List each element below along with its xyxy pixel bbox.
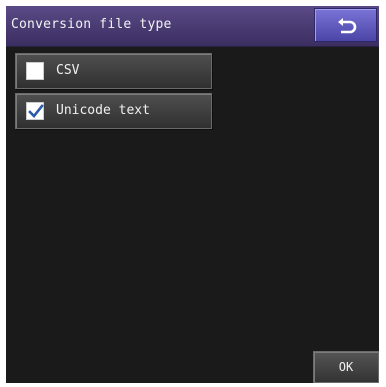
csv-checkbox[interactable] [26, 62, 44, 80]
page-title: Conversion file type [11, 17, 172, 32]
option-csv[interactable]: CSV [15, 53, 212, 89]
return-arrow-icon [338, 18, 357, 34]
title-bar: Conversion file type [6, 6, 379, 47]
ok-button-label: OK [338, 360, 354, 374]
option-unicode-text[interactable]: Unicode text [15, 93, 212, 129]
conversion-file-type-dialog: Conversion file type CSV Unicode text OK [6, 6, 379, 383]
unicode-text-checkbox[interactable] [26, 102, 44, 120]
option-unicode-text-label: Unicode text [56, 103, 150, 118]
back-button[interactable] [314, 8, 377, 42]
option-csv-label: CSV [56, 63, 80, 78]
ok-button[interactable]: OK [313, 351, 379, 383]
checkmark-icon [28, 104, 44, 118]
